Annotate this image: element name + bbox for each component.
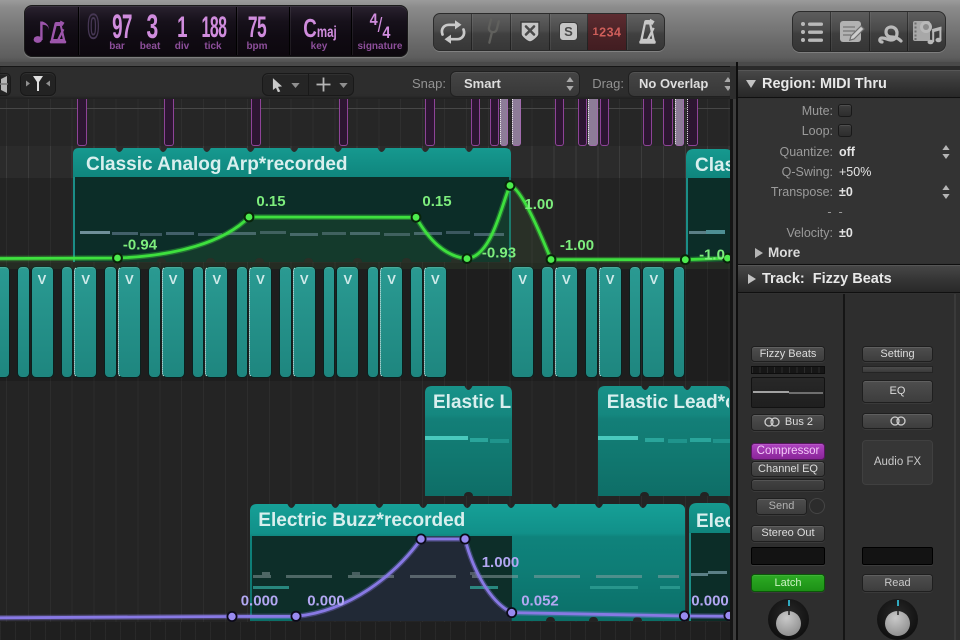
svg-text:0.000: 0.000	[691, 593, 729, 610]
svg-text:0.000: 0.000	[307, 593, 345, 610]
svg-text:1.000: 1.000	[482, 554, 520, 571]
svg-text:0.052: 0.052	[521, 593, 559, 610]
svg-text:0.000: 0.000	[241, 593, 279, 610]
